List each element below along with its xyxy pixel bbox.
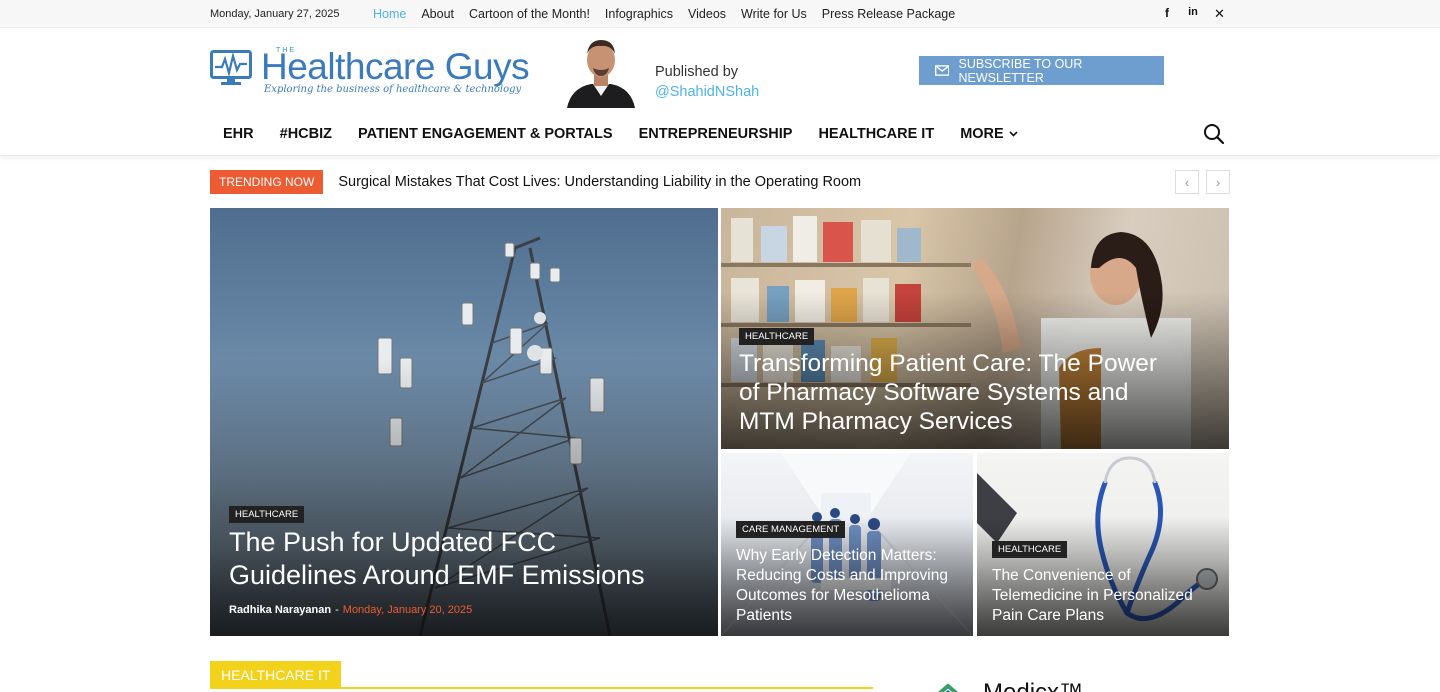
linkedin-icon[interactable]: in bbox=[1188, 6, 1198, 22]
article-date: Monday, January 20, 2025 bbox=[342, 604, 473, 616]
image-overlay bbox=[210, 357, 718, 636]
article-title[interactable]: Why Early Detection Matters: Reducing Co… bbox=[736, 546, 961, 626]
subscribe-label: SUBSCRIBE TO OUR NEWSLETTER bbox=[958, 56, 1083, 85]
featured-article-pharmacy[interactable]: HEALTHCARE Transforming Patient Care: Th… bbox=[721, 208, 1229, 449]
trending-article-link[interactable]: Surgical Mistakes That Cost Lives: Under… bbox=[338, 174, 861, 190]
nav-item-entrepreneurship[interactable]: ENTREPRENEURSHIP bbox=[626, 126, 806, 142]
main-nav: EHR #HCBIZ PATIENT ENGAGEMENT & PORTALS … bbox=[0, 114, 1440, 156]
publisher-info: Published by @ShahidNShah bbox=[655, 62, 759, 102]
featured-article-telemedicine[interactable]: HEALTHCARE The Convenience of Telemedici… bbox=[977, 453, 1229, 636]
logo-tagline: Exploring the business of healthcare & t… bbox=[264, 84, 522, 95]
top-nav-press-release[interactable]: Press Release Package bbox=[822, 7, 955, 21]
top-nav-about[interactable]: About bbox=[421, 7, 454, 21]
publisher-handle-link[interactable]: @ShahidNShah bbox=[655, 82, 759, 102]
nav-item-hcbiz[interactable]: #HCBIZ bbox=[267, 126, 345, 142]
nav-item-patient-engagement[interactable]: PATIENT ENGAGEMENT & PORTALS bbox=[345, 126, 626, 142]
category-badge[interactable]: HEALTHCARE bbox=[992, 541, 1068, 558]
trending-arrows: ‹ › bbox=[1175, 170, 1230, 194]
chevron-left-icon[interactable]: ‹ bbox=[1175, 170, 1199, 194]
section-divider bbox=[210, 687, 873, 689]
author-link[interactable]: Radhika Narayanan bbox=[229, 604, 331, 616]
site-logo[interactable]: THE Healthcare Guys Exploring the busine… bbox=[210, 44, 530, 96]
top-nav: Home About Cartoon of the Month! Infogra… bbox=[373, 7, 955, 21]
nav-item-more-label: MORE bbox=[960, 126, 1004, 142]
author-portrait bbox=[563, 34, 639, 108]
nav-item-healthcare-it[interactable]: HEALTHCARE IT bbox=[805, 126, 947, 142]
featured-article-mesothelioma[interactable]: CARE MANAGEMENT Why Early Detection Matt… bbox=[721, 453, 973, 636]
featured-grid: HEALTHCARE The Push for Updated FCC Guid… bbox=[210, 208, 1230, 638]
category-badge[interactable]: CARE MANAGEMENT bbox=[736, 521, 846, 538]
top-bar: Monday, January 27, 2025 Home About Cart… bbox=[0, 0, 1440, 28]
monitor-heartbeat-icon bbox=[210, 50, 252, 85]
subscribe-newsletter-button[interactable]: SUBSCRIBE TO OUR NEWSLETTER bbox=[919, 56, 1164, 85]
nav-item-ehr[interactable]: EHR bbox=[210, 126, 267, 142]
category-badge[interactable]: HEALTHCARE bbox=[229, 506, 305, 523]
medicx-brand-text: Medicx™ bbox=[983, 679, 1083, 692]
top-nav-infographics[interactable]: Infographics bbox=[605, 7, 673, 21]
healthcare-it-section: HEALTHCARE IT Medicx™ bbox=[0, 638, 1440, 692]
site-header: THE Healthcare Guys Exploring the busine… bbox=[0, 28, 1440, 114]
logo-name: Healthcare Guys bbox=[261, 46, 530, 87]
published-by-label: Published by bbox=[655, 64, 739, 80]
article-title[interactable]: The Push for Updated FCC Guidelines Arou… bbox=[229, 526, 659, 592]
top-nav-write-for-us[interactable]: Write for Us bbox=[741, 7, 807, 21]
search-icon[interactable] bbox=[1202, 122, 1226, 146]
chevron-down-icon bbox=[1009, 131, 1018, 137]
top-nav-cartoon[interactable]: Cartoon of the Month! bbox=[469, 7, 590, 21]
sidebar-ad-logo[interactable]: Medicx™ bbox=[930, 678, 1110, 692]
facebook-icon[interactable]: f bbox=[1162, 6, 1172, 22]
top-nav-videos[interactable]: Videos bbox=[688, 7, 726, 21]
current-date: Monday, January 27, 2025 bbox=[210, 8, 340, 20]
social-links: f in ✕ bbox=[1162, 6, 1225, 22]
meta-separator: - bbox=[335, 604, 339, 616]
article-meta: Radhika Narayanan - Monday, January 20, 20… bbox=[229, 604, 472, 616]
featured-article-main[interactable]: HEALTHCARE The Push for Updated FCC Guid… bbox=[210, 208, 718, 636]
category-badge[interactable]: HEALTHCARE bbox=[739, 328, 815, 345]
trending-bar: TRENDING NOW Surgical Mistakes That Cost… bbox=[0, 156, 1440, 208]
chevron-right-icon[interactable]: › bbox=[1206, 170, 1230, 194]
medicx-logo-icon: Medicx™ bbox=[937, 679, 1083, 692]
article-title[interactable]: The Convenience of Telemedicine in Perso… bbox=[992, 566, 1217, 626]
top-nav-home[interactable]: Home bbox=[373, 7, 406, 21]
trending-label: TRENDING NOW bbox=[210, 170, 324, 194]
section-label[interactable]: HEALTHCARE IT bbox=[210, 661, 342, 689]
envelope-icon bbox=[935, 65, 950, 76]
x-twitter-icon[interactable]: ✕ bbox=[1214, 6, 1225, 22]
article-title[interactable]: Transforming Patient Care: The Power of … bbox=[739, 349, 1159, 436]
nav-item-more[interactable]: MORE bbox=[947, 126, 1031, 142]
